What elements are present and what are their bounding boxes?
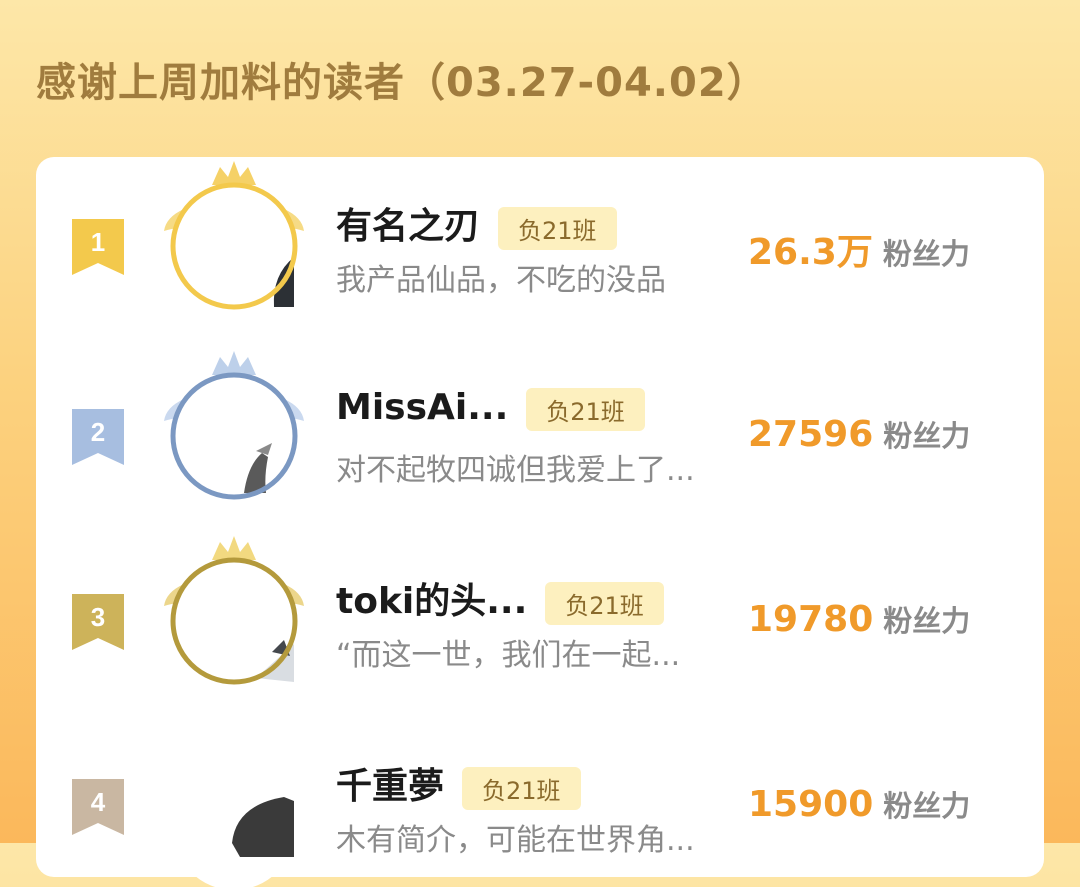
reader-row[interactable]: 4 千重夢 负21班 木有简介，可能在世界角... 15900 粉丝力 [36,717,1044,887]
reader-row[interactable]: 1 有名之刃 负21班 我产品仙品，不吃的没品 26.3万 粉丝力 [36,157,1044,327]
crown-icon [212,351,256,375]
reader-bio: 我产品仙品，不吃的没品 [336,263,666,298]
crown-icon [212,161,256,185]
class-tag: 负21班 [462,766,581,810]
reader-bio: “而这一世，我们在一起... [336,638,681,673]
fan-power-unit: 粉丝力 [882,237,970,271]
fan-power: 19780 粉丝力 [748,598,970,640]
fan-power-unit: 粉丝力 [883,419,971,453]
reader-bio: 木有简介，可能在世界角... [336,823,695,858]
reader-row[interactable]: 3 toki的头... 负21班 “而这一世，我们在一起... 19780 粉丝… [36,532,1044,702]
avatar[interactable] [144,347,324,517]
reader-bio: 对不起牧四诚但我爱上了... [336,453,695,488]
avatar[interactable] [144,532,324,702]
reader-ranking-card: 1 有名之刃 负21班 我产品仙品，不吃的没品 26.3万 粉丝力 2 Miss… [36,157,1044,887]
reader-name[interactable]: 有名之刃 负21班 [336,197,617,250]
reader-name[interactable]: MissAi... 负21班 [336,387,645,431]
class-tag: 负21班 [526,387,645,431]
fan-power-value: 27596 [748,414,874,455]
rank-4-badge: 4 [72,779,124,835]
fan-power-value: 26.3万 [748,232,873,273]
fan-power: 27596 粉丝力 [748,413,970,455]
fan-power-value: 15900 [748,784,874,825]
reader-name[interactable]: toki的头... 负21班 [336,572,664,625]
reader-row[interactable]: 2 MissAi... 负21班 对不起牧四诚但我爱上了... 27596 粉丝… [36,347,1044,517]
class-tag: 负21班 [498,206,617,250]
fan-power: 15900 粉丝力 [748,783,970,825]
rank-2-badge: 2 [72,409,124,465]
rank-3-badge: 3 [72,594,124,650]
fan-power: 26.3万 粉丝力 [748,223,970,275]
avatar[interactable] [144,157,324,327]
fan-power-value: 19780 [748,599,874,640]
crown-icon [212,536,256,560]
avatar[interactable] [144,717,324,887]
page-title: 感谢上周加料的读者（03.27-04.02） [36,60,768,106]
rank-1-badge: 1 [72,219,124,275]
fan-power-unit: 粉丝力 [883,604,971,638]
reader-name[interactable]: 千重夢 负21班 [336,757,581,810]
class-tag: 负21班 [545,581,664,625]
fan-power-unit: 粉丝力 [883,789,971,823]
